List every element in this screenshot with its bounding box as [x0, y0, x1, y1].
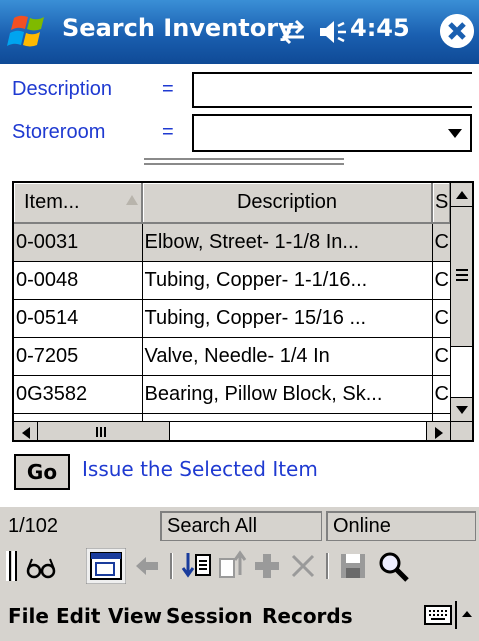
form-view-icon[interactable] [86, 548, 126, 584]
volume-icon[interactable] [316, 17, 350, 47]
go-button[interactable]: Go [14, 454, 70, 490]
scroll-right-arrow-icon [435, 427, 443, 439]
clock-time[interactable]: 4:45 [350, 14, 410, 42]
inventory-grid: Item... Description S 0-0031 Elbow, Stre… [12, 181, 474, 442]
scrollbar-corner [450, 421, 472, 440]
search-icon[interactable] [374, 549, 414, 583]
storeroom-select[interactable] [192, 114, 472, 152]
cell-s: C [432, 299, 451, 338]
cell-s: C [432, 337, 451, 376]
delete-icon[interactable] [286, 549, 320, 583]
table-row[interactable]: 0-0031 Elbow, Street- 1-1/8 In... C [14, 223, 451, 262]
scroll-left-arrow-icon [22, 427, 30, 439]
menu-edit[interactable]: Edit [56, 604, 100, 628]
toolbar-separator [326, 553, 328, 579]
grip-icon [96, 427, 98, 437]
connectivity-icon[interactable] [276, 17, 310, 47]
table-row[interactable]: 0-0048 Tubing, Copper- 1-1/16... C [14, 261, 451, 300]
cell-item: 0G3582 [14, 375, 143, 414]
title-bar: Search Inventory 4:45 [0, 0, 479, 64]
add-icon[interactable] [250, 549, 284, 583]
cell-item: 0-0031 [14, 223, 143, 262]
route-icon[interactable] [214, 549, 248, 583]
cell-description: Tubing, Copper- 15/16 ... [142, 299, 433, 338]
windows-start-logo-icon[interactable] [6, 12, 56, 52]
glasses-icon[interactable] [24, 549, 58, 583]
cell-description: Elbow, Street- 1-1/8 In... [142, 223, 433, 262]
description-equals: = [162, 78, 174, 100]
scroll-up-arrow-icon [456, 191, 468, 199]
cell-item: 0-0514 [14, 299, 143, 338]
dropdown-arrow-icon[interactable] [448, 129, 462, 138]
table-row[interactable]: 0-7205 Valve, Needle- 1/4 In C [14, 337, 451, 376]
cell-s: C [432, 375, 451, 414]
menu-file[interactable]: File [8, 604, 49, 628]
splitter-handle[interactable] [144, 158, 344, 168]
scroll-down-arrow-icon [456, 406, 468, 414]
table-row[interactable]: 0-0514 Tubing, Copper- 15/16 ... C [14, 299, 451, 338]
back-arrow-icon[interactable] [130, 549, 164, 583]
window-title: Search Inventory [62, 14, 294, 42]
column-header-description[interactable]: Description [142, 183, 433, 224]
record-count: 1/102 [8, 515, 59, 537]
vertical-scroll-thumb[interactable] [451, 207, 472, 347]
close-icon[interactable] [440, 14, 474, 48]
insert-record-icon[interactable] [180, 549, 214, 583]
cell-s: C [432, 261, 451, 300]
gripper-icon[interactable] [4, 549, 18, 583]
scroll-up-button[interactable] [451, 183, 472, 207]
column-header-s[interactable]: S [432, 183, 451, 224]
cell-description: Bearing, Pillow Block, Sk... [142, 375, 433, 414]
status-bar: 1/102 Search All Online [0, 507, 479, 543]
cell-s: C [432, 223, 451, 262]
vertical-scrollbar[interactable] [450, 183, 472, 421]
menu-separator [455, 601, 457, 629]
sort-ascending-icon [126, 195, 138, 205]
horizontal-scroll-thumb[interactable] [38, 422, 170, 440]
scroll-right-button[interactable] [426, 422, 450, 440]
table-row[interactable]: 0G3582 Bearing, Pillow Block, Sk... C [14, 375, 451, 414]
cell-item: 0-7205 [14, 337, 143, 376]
issue-selected-item-link[interactable]: Issue the Selected Item [82, 457, 318, 481]
scroll-left-button[interactable] [14, 422, 38, 440]
column-header-item[interactable]: Item... [14, 183, 143, 224]
description-label: Description [12, 78, 113, 100]
menu-session[interactable]: Session [166, 604, 253, 628]
search-mode-status[interactable]: Search All [160, 511, 322, 541]
menu-bar: File Edit View Session Records [0, 589, 479, 641]
description-input[interactable] [192, 72, 472, 108]
cell-description: Tubing, Copper- 1-1/16... [142, 261, 433, 300]
keyboard-icon[interactable] [424, 603, 452, 627]
storeroom-equals: = [162, 121, 174, 143]
toolbar [0, 543, 479, 589]
save-icon[interactable] [336, 549, 370, 583]
storeroom-label: Storeroom [12, 121, 106, 143]
menu-view[interactable]: View [108, 604, 162, 628]
sip-up-arrow-icon[interactable] [460, 607, 474, 621]
scroll-down-button[interactable] [451, 397, 472, 421]
cell-description: Valve, Needle- 1/4 In [142, 337, 433, 376]
cell-item: 0-0048 [14, 261, 143, 300]
toolbar-separator [170, 553, 172, 579]
horizontal-scrollbar[interactable] [14, 421, 450, 440]
connection-status[interactable]: Online [326, 511, 476, 541]
menu-records[interactable]: Records [262, 604, 353, 628]
grip-icon [456, 269, 468, 271]
